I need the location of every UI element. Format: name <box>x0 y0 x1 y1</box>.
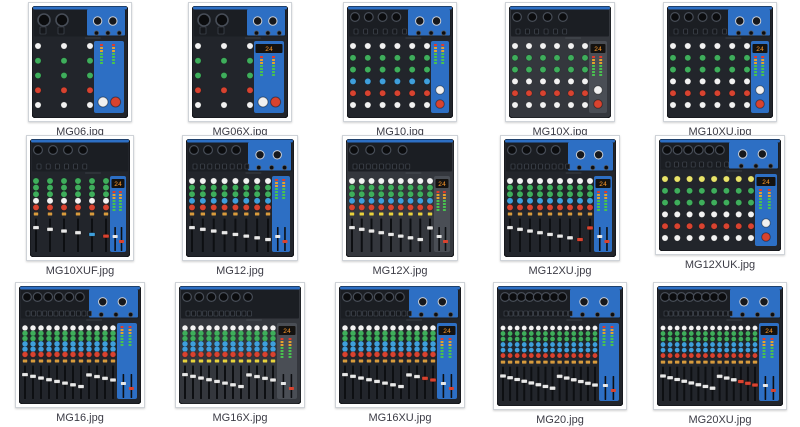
audio-mixer-icon <box>32 6 128 118</box>
audio-mixer-icon: 24 <box>179 286 301 404</box>
file-thumbnail-mg16[interactable]: MG16.jpg <box>0 280 160 427</box>
thumbnail-image[interactable]: 24 <box>500 135 620 261</box>
thumbnail-grid: MG06.jpg 24 MG06X.jpg MG10.jpg 24 MG10X.… <box>0 0 800 427</box>
file-name-label[interactable]: MG12X.jpg <box>372 265 427 277</box>
thumbnail-image[interactable]: 24 <box>175 282 305 408</box>
thumbnail-image[interactable] <box>182 135 298 261</box>
file-name-label[interactable]: MG10XUF.jpg <box>46 265 114 277</box>
svg-text:24: 24 <box>265 46 273 53</box>
file-thumbnail-mg16x[interactable]: 24 MG16X.jpg <box>160 280 320 427</box>
thumbnail-image[interactable]: 24 <box>663 2 777 122</box>
svg-text:24: 24 <box>756 46 764 53</box>
audio-mixer-icon <box>186 139 294 257</box>
file-thumbnail-mg20[interactable]: MG20.jpg <box>480 280 640 427</box>
audio-mixer-icon: 24 <box>346 139 454 257</box>
audio-mixer-icon <box>347 6 453 118</box>
audio-mixer-icon <box>497 286 623 406</box>
file-name-label[interactable]: MG20XU.jpg <box>689 414 752 426</box>
audio-mixer-icon: 24 <box>659 139 781 251</box>
svg-text:24: 24 <box>762 179 770 186</box>
svg-text:24: 24 <box>443 328 451 335</box>
svg-text:24: 24 <box>599 181 607 188</box>
thumbnail-image[interactable]: 24 <box>655 135 785 255</box>
file-thumbnail-mg12x[interactable]: 24 MG12X.jpg <box>320 133 480 280</box>
svg-text:24: 24 <box>438 181 446 188</box>
file-thumbnail-mg12[interactable]: MG12.jpg <box>160 133 320 280</box>
audio-mixer-icon: 24 <box>30 139 130 257</box>
thumbnail-image[interactable] <box>15 282 145 408</box>
file-thumbnail-mg10xu[interactable]: 24 MG10XU.jpg <box>640 0 800 133</box>
thumbnail-image[interactable] <box>28 2 132 122</box>
audio-mixer-icon: 24 <box>509 6 611 118</box>
thumbnail-image[interactable] <box>493 282 627 410</box>
svg-text:24: 24 <box>114 181 122 188</box>
svg-text:24: 24 <box>594 46 602 53</box>
audio-mixer-icon: 24 <box>657 286 783 406</box>
file-thumbnail-mg20xu[interactable]: 24 MG20XU.jpg <box>640 280 800 427</box>
file-thumbnail-mg10xuf[interactable]: 24 MG10XUF.jpg <box>0 133 160 280</box>
file-name-label[interactable]: MG12XU.jpg <box>529 265 592 277</box>
file-thumbnail-mg16xu[interactable]: 24 MG16XU.jpg <box>320 280 480 427</box>
audio-mixer-icon: 24 <box>504 139 616 257</box>
thumbnail-image[interactable] <box>343 2 457 122</box>
file-name-label[interactable]: MG16XU.jpg <box>369 412 432 424</box>
audio-mixer-icon: 24 <box>339 286 461 404</box>
thumbnail-image[interactable]: 24 <box>653 282 787 410</box>
file-thumbnail-mg10[interactable]: MG10.jpg <box>320 0 480 133</box>
audio-mixer-icon: 24 <box>667 6 773 118</box>
thumbnail-image[interactable]: 24 <box>505 2 615 122</box>
file-thumbnail-mg12xu[interactable]: 24 MG12XU.jpg <box>480 133 640 280</box>
file-thumbnail-mg10x[interactable]: 24 MG10X.jpg <box>480 0 640 133</box>
thumbnail-image[interactable]: 24 <box>342 135 458 261</box>
file-thumbnail-mg12xuk[interactable]: 24 MG12XUK.jpg <box>640 133 800 280</box>
audio-mixer-icon <box>19 286 141 404</box>
thumbnail-image[interactable]: 24 <box>335 282 465 408</box>
file-name-label[interactable]: MG12XUK.jpg <box>685 259 755 271</box>
svg-text:24: 24 <box>765 328 773 335</box>
thumbnail-image[interactable]: 24 <box>26 135 134 261</box>
file-name-label[interactable]: MG16.jpg <box>56 412 104 424</box>
thumbnail-image[interactable]: 24 <box>188 2 292 122</box>
svg-text:24: 24 <box>283 328 291 335</box>
file-name-label[interactable]: MG16X.jpg <box>212 412 267 424</box>
file-name-label[interactable]: MG20.jpg <box>536 414 584 426</box>
audio-mixer-icon: 24 <box>192 6 288 118</box>
file-thumbnail-mg06[interactable]: MG06.jpg <box>0 0 160 133</box>
file-name-label[interactable]: MG12.jpg <box>216 265 264 277</box>
file-thumbnail-mg06x[interactable]: 24 MG06X.jpg <box>160 0 320 133</box>
